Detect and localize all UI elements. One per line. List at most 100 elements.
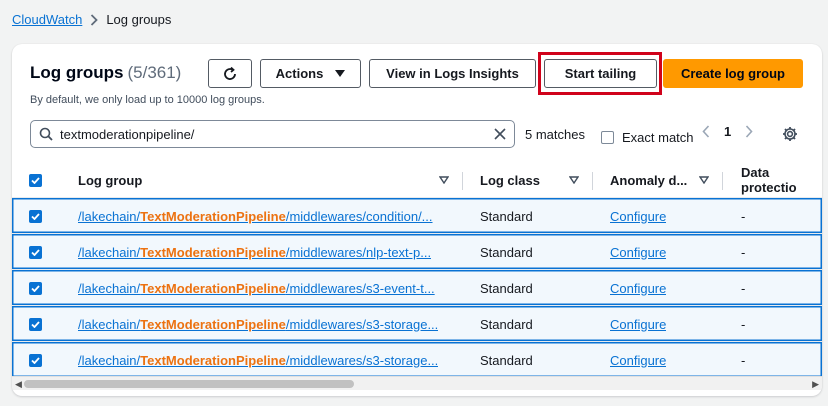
log-group-match: TextModerationPipeline (140, 280, 286, 296)
configure-anomaly-link[interactable]: Configure (610, 209, 666, 224)
refresh-button[interactable] (208, 59, 252, 88)
row-checkbox[interactable] (29, 342, 42, 378)
checkbox-checked-icon (29, 245, 42, 259)
actions-dropdown-button[interactable]: Actions (260, 59, 361, 88)
log-group-cell: /lakechain/TextModerationPipeline/middle… (78, 234, 446, 270)
sort-icon[interactable] (699, 162, 709, 198)
search-icon (39, 127, 53, 141)
table-row[interactable]: /lakechain/TextModerationPipeline/middle… (12, 306, 822, 342)
log-group-prefix: /lakechain/ (78, 244, 141, 260)
log-group-prefix: /lakechain/ (78, 316, 141, 332)
checkbox-checked-icon (29, 173, 42, 187)
column-divider[interactable] (462, 172, 463, 190)
log-group-suffix: /middlewares/s3-event-t... (285, 280, 435, 296)
log-group-link[interactable]: /lakechain/TextModerationPipeline/middle… (78, 317, 438, 332)
log-group-match: TextModerationPipeline (140, 208, 286, 224)
gear-icon[interactable] (782, 126, 798, 142)
log-group-match: TextModerationPipeline (140, 244, 286, 260)
log-group-link[interactable]: /lakechain/TextModerationPipeline/middle… (78, 245, 431, 260)
data-protection-cell: - (741, 316, 746, 332)
table-row[interactable]: /lakechain/TextModerationPipeline/middle… (12, 270, 822, 306)
configure-anomaly-link[interactable]: Configure (610, 317, 666, 332)
column-data-protection-label: Data protectio (741, 165, 797, 195)
log-class-cell: Standard (480, 244, 533, 260)
sort-icon[interactable] (569, 162, 579, 198)
log-groups-table: Log group Log class Anomaly d... Data pr… (12, 162, 822, 378)
selection-count: (5/361) (127, 63, 182, 82)
row-checkbox[interactable] (29, 306, 42, 342)
select-all-checkbox[interactable] (29, 162, 42, 198)
scroll-left-icon[interactable]: ◀ (15, 379, 22, 390)
row-checkbox[interactable] (29, 270, 42, 306)
column-log-group-label: Log group (78, 172, 143, 188)
exact-match-label: Exact match (622, 130, 694, 145)
log-class-cell: Standard (480, 352, 533, 368)
log-group-suffix: /middlewares/s3-storage... (285, 316, 439, 332)
horizontal-scrollbar[interactable]: ◀ ▶ (12, 376, 822, 390)
anomaly-cell: Configure (610, 342, 666, 378)
table-row[interactable]: /lakechain/TextModerationPipeline/middle… (12, 198, 822, 234)
column-divider[interactable] (722, 172, 723, 190)
chevron-right-icon[interactable] (745, 125, 753, 138)
breadcrumb-current: Log groups (106, 12, 172, 27)
configure-anomaly-link[interactable]: Configure (610, 281, 666, 296)
log-class-cell: Standard (480, 316, 533, 332)
sort-icon[interactable] (439, 162, 449, 198)
view-in-logs-insights-button[interactable]: View in Logs Insights (369, 59, 536, 88)
pagination: 1 (702, 124, 753, 139)
data-protection-cell: - (741, 280, 746, 296)
create-log-group-button[interactable]: Create log group (663, 59, 803, 88)
actions-label: Actions (275, 66, 324, 81)
column-divider[interactable] (592, 172, 593, 190)
checkbox-checked-icon (29, 353, 42, 367)
configure-anomaly-link[interactable]: Configure (610, 245, 666, 260)
search-value: textmoderationpipeline/ (60, 126, 195, 142)
log-group-match: TextModerationPipeline (140, 352, 286, 368)
log-group-prefix: /lakechain/ (78, 352, 141, 368)
scrollbar-thumb[interactable] (24, 380, 354, 388)
match-count: 5 matches (525, 127, 585, 142)
row-checkbox[interactable] (29, 234, 42, 270)
log-group-link[interactable]: /lakechain/TextModerationPipeline/middle… (78, 353, 438, 368)
start-tailing-button[interactable]: Start tailing (544, 59, 657, 88)
table-row[interactable]: /lakechain/TextModerationPipeline/middle… (12, 342, 822, 378)
breadcrumb: CloudWatch Log groups (12, 12, 171, 27)
anomaly-cell: Configure (610, 270, 666, 306)
scroll-right-icon[interactable]: ▶ (812, 379, 819, 390)
log-group-suffix: /middlewares/s3-storage... (285, 352, 439, 368)
column-data-protection[interactable]: Data protectio (741, 162, 822, 198)
row-checkbox[interactable] (29, 198, 42, 234)
column-anomaly-detection[interactable]: Anomaly d... (610, 162, 687, 198)
search-input[interactable]: textmoderationpipeline/ (30, 120, 515, 148)
table-row[interactable]: /lakechain/TextModerationPipeline/middle… (12, 234, 822, 270)
exact-match-checkbox[interactable] (601, 131, 614, 144)
table-header: Log group Log class Anomaly d... Data pr… (12, 162, 822, 198)
current-page[interactable]: 1 (724, 124, 731, 139)
log-group-cell: /lakechain/TextModerationPipeline/middle… (78, 342, 446, 378)
refresh-icon (222, 66, 238, 82)
caret-down-icon (335, 69, 346, 78)
exact-match-toggle[interactable]: Exact match (601, 130, 694, 145)
log-group-cell: /lakechain/TextModerationPipeline/middle… (78, 270, 446, 306)
log-class-cell: Standard (480, 208, 533, 224)
column-log-group[interactable]: Log group (78, 162, 142, 198)
column-log-class[interactable]: Log class (480, 162, 540, 198)
log-group-suffix: /middlewares/condition/... (285, 208, 433, 224)
log-group-cell: /lakechain/TextModerationPipeline/middle… (78, 306, 446, 342)
breadcrumb-cloudwatch-link[interactable]: CloudWatch (12, 12, 82, 27)
log-group-prefix: /lakechain/ (78, 208, 141, 224)
column-anomaly-label: Anomaly d... (610, 172, 688, 188)
page-title: Log groups (5/361) (30, 63, 181, 83)
log-group-link[interactable]: /lakechain/TextModerationPipeline/middle… (78, 281, 435, 296)
log-group-suffix: /middlewares/nlp-text-p... (285, 244, 432, 260)
chevron-right-icon (90, 13, 99, 26)
checkbox-checked-icon (29, 317, 42, 331)
anomaly-cell: Configure (610, 234, 666, 270)
log-group-match: TextModerationPipeline (140, 316, 286, 332)
log-group-cell: /lakechain/TextModerationPipeline/middle… (78, 198, 446, 234)
close-icon[interactable] (494, 128, 506, 140)
configure-anomaly-link[interactable]: Configure (610, 353, 666, 368)
page-subtitle: By default, we only load up to 10000 log… (30, 94, 265, 106)
chevron-left-icon[interactable] (702, 125, 710, 138)
log-group-link[interactable]: /lakechain/TextModerationPipeline/middle… (78, 209, 433, 224)
